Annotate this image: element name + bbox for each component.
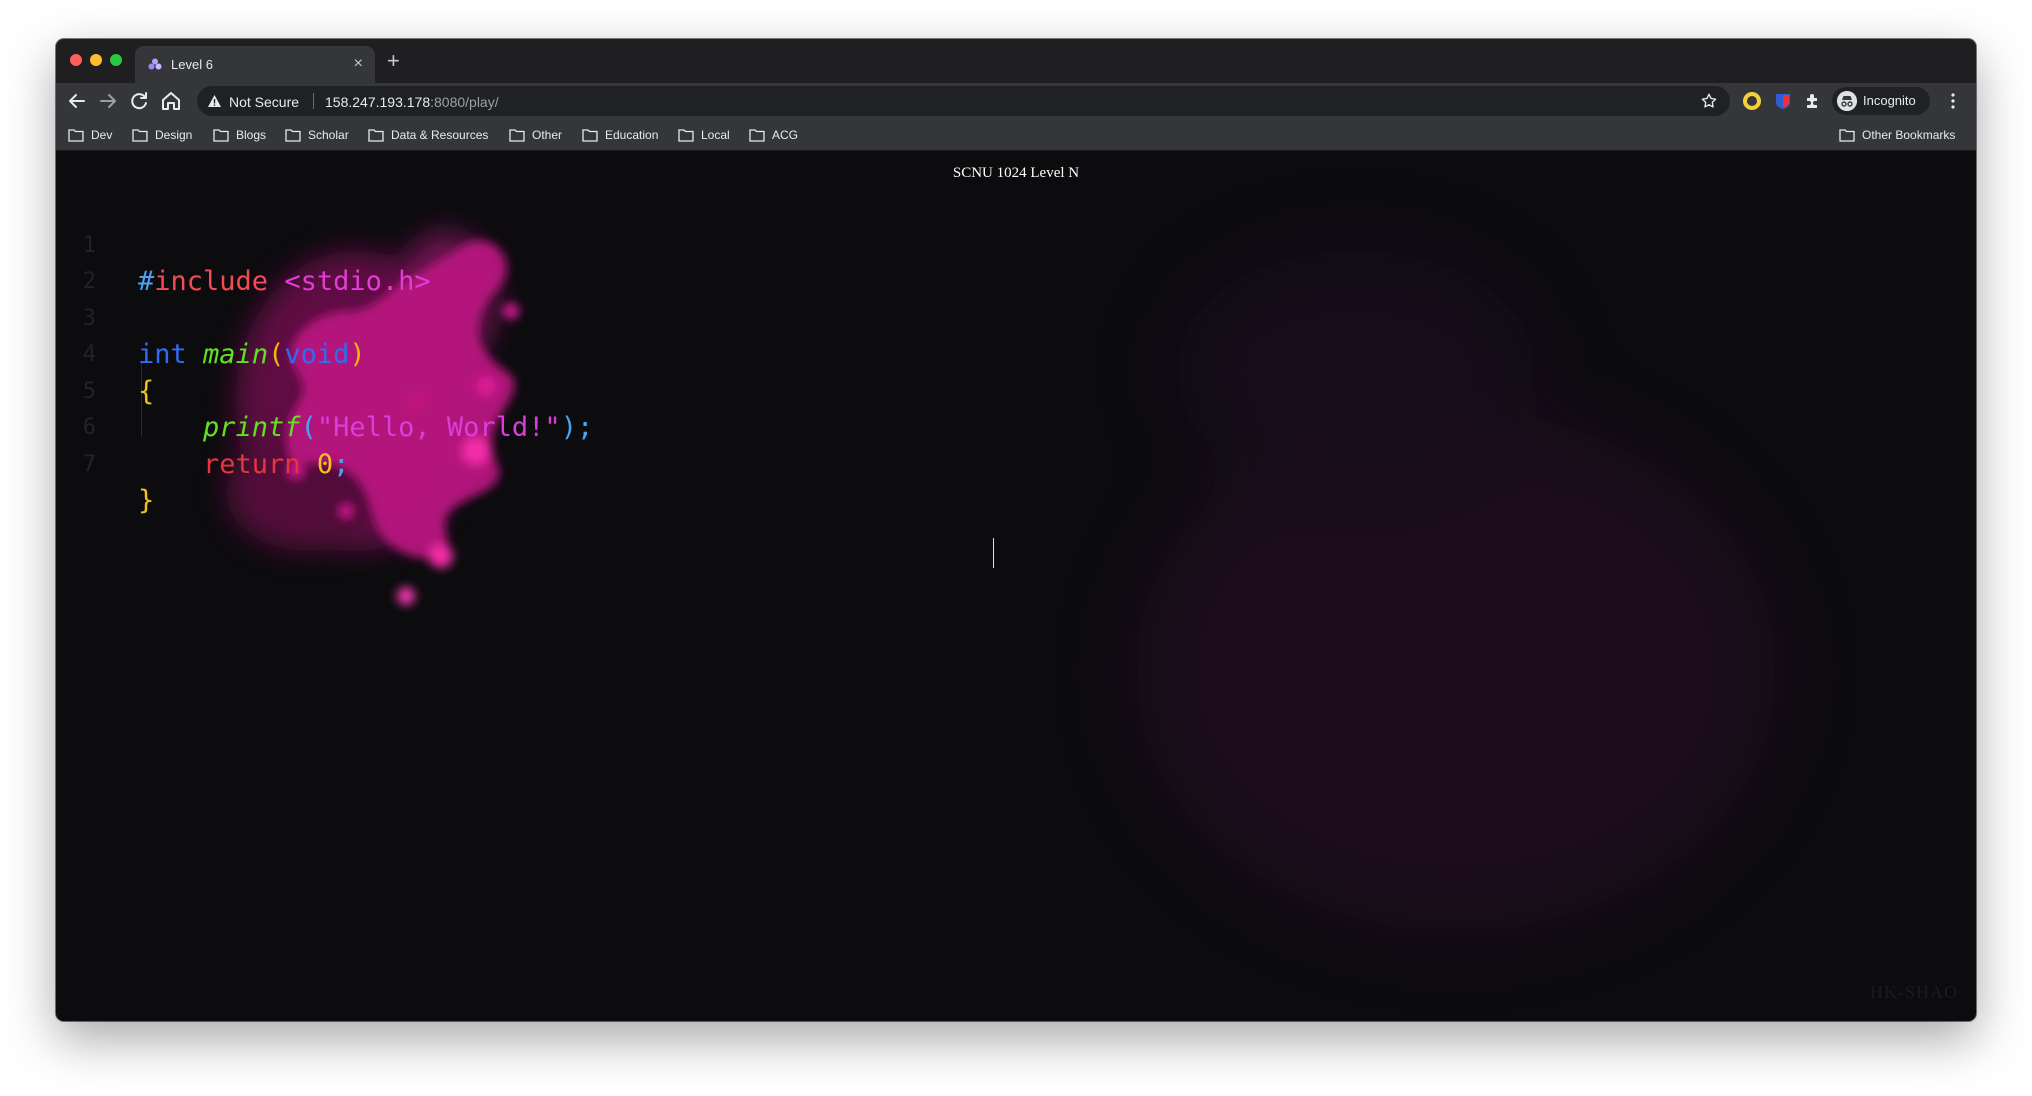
security-status[interactable]: Not Secure [229,94,299,110]
profile-label: Incognito [1863,93,1916,108]
code-line: 4 { [56,301,186,407]
extension-shield-icon[interactable] [1773,91,1793,111]
folder-icon [368,129,384,142]
bookmark-folder-design[interactable]: Design [132,126,192,144]
token-semicolon: ; [333,448,350,480]
more-menu-icon[interactable] [1950,91,1956,111]
folder-icon [749,129,765,142]
bookmark-label: Scholar [308,128,349,142]
omnibox-separator [313,93,314,109]
token-header: <stdio.h> [268,266,431,297]
token-brace-close: } [138,485,155,516]
token-main: main [203,339,269,370]
web-page[interactable]: SCNU 1024 Level N 1 #include <stdio.h> 2… [56,151,1976,1021]
text-cursor [993,538,994,568]
bookmark-label: ACG [772,128,799,142]
bookmark-folder-scholar[interactable]: Scholar [285,126,349,144]
other-bookmarks-label: Other Bookmarks [1862,128,1956,142]
line-content: printf("Hello, World!"); [138,410,593,447]
folder-icon [132,129,148,142]
line-number: 7 [82,451,96,477]
browser-toolbar: Not Secure 158.247.193.178:8080/play/ In… [56,83,1976,119]
warning-triangle-icon[interactable] [207,94,222,108]
bookmark-folder-data-resources[interactable]: Data & Resources [368,126,488,144]
code-line: 2 [56,228,186,294]
bookmark-folder-dev[interactable]: Dev [68,126,112,144]
watermark: HK-SHAO [1870,982,1958,1002]
url-text[interactable]: 158.247.193.178:8080/play/ [325,94,499,110]
token-paren-close: ) [349,339,366,370]
bookmark-folder-acg[interactable]: ACG [749,126,798,144]
tab-favicon-icon [148,58,162,70]
token-printf: printf [203,412,301,443]
minimize-window-button[interactable] [90,54,102,66]
token-string: "Hello, World!" [316,412,561,443]
line-content: } [138,483,154,520]
extension-ring-icon[interactable] [1742,91,1762,111]
code-line: 6 return 0; [56,374,350,480]
folder-icon [68,129,84,142]
code-line: 7 } [56,410,186,517]
other-bookmarks-folder[interactable]: Other Bookmarks [1839,126,1955,144]
incognito-profile-button[interactable]: Incognito [1832,87,1930,115]
page-title: SCNU 1024 Level N [952,165,1080,181]
tab-level-6[interactable]: Level 6 × [135,46,375,83]
bookmark-label: Other [532,128,563,142]
bookmark-label: Blogs [236,128,267,142]
code-line: 3 int main(void) [56,264,366,371]
bookmark-label: Education [605,128,659,142]
bookmark-folder-education[interactable]: Education [582,126,658,144]
bookmark-star-icon[interactable] [1700,92,1718,110]
extensions-puzzle-icon[interactable] [1803,91,1823,111]
bookmark-label: Local [701,128,730,142]
folder-icon [1839,129,1855,142]
bookmark-folder-other[interactable]: Other [509,126,562,144]
url-path: :8080/play/ [430,94,499,110]
tab-close-icon[interactable]: × [354,55,363,73]
bookmark-folder-blogs[interactable]: Blogs [213,126,266,144]
folder-icon [285,129,301,142]
tab-strip: Level 6 × + [56,39,1976,83]
folder-icon [509,129,525,142]
token-void: void [284,339,350,370]
back-arrow-icon[interactable] [65,89,89,113]
incognito-icon [1837,91,1857,111]
token-paren-open: ( [268,339,285,370]
code-editor[interactable]: 1 #include <stdio.h> 2 3 int main(void) … [56,191,593,517]
tab-title: Level 6 [171,57,213,72]
code-line: 1 #include <stdio.h> [56,191,431,298]
bookmark-folder-local[interactable]: Local [678,126,730,144]
folder-icon [213,129,229,142]
token-paren-close: ) [560,412,577,443]
home-icon[interactable] [159,89,183,113]
bookmark-label: Design [155,128,193,142]
reload-icon[interactable] [127,89,151,113]
forward-arrow-icon[interactable] [96,89,120,113]
token-zero: 0 [316,448,334,480]
token-return: return [203,448,301,480]
new-tab-button[interactable]: + [387,49,400,73]
bookmark-label: Dev [91,128,113,142]
folder-icon [582,129,598,142]
token-paren-open: ( [300,412,317,443]
address-bar[interactable]: Not Secure 158.247.193.178:8080/play/ [197,86,1730,116]
close-window-button[interactable] [70,54,82,66]
url-host: 158.247.193.178 [325,94,431,110]
folder-icon [678,129,694,142]
zoom-window-button[interactable] [110,54,122,66]
bookmark-label: Data & Resources [391,128,489,142]
token-semicolon: ; [576,412,594,443]
bookmarks-bar: Dev Design Blogs Scholar Data & Resource… [56,119,1976,151]
browser-window: Level 6 × + Not Secure 158.247.193.178:8… [56,39,1976,1021]
code-line: 5 printf("Hello, World!"); [56,337,593,444]
